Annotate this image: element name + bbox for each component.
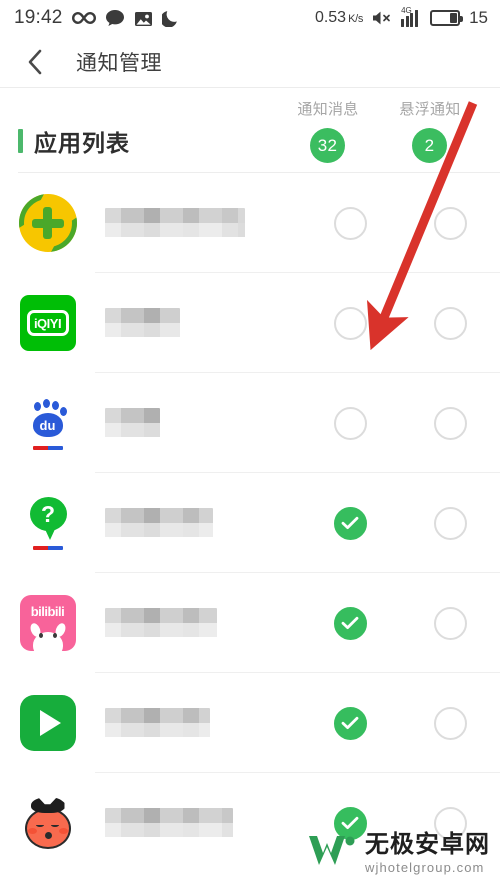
notification-toggle[interactable] (333, 406, 367, 440)
toggle-cell-floating (400, 706, 500, 740)
green-play-icon (19, 694, 77, 752)
baidu-zhidao-icon: ? (19, 494, 77, 552)
app-row[interactable]: ? (0, 473, 500, 573)
chat-bubble-icon (105, 9, 125, 27)
battery-percent: 15 (469, 8, 488, 27)
phone-screen: 19:42 0.53 K/s 4G 15 通知管理 应用列表 通知消息 悬浮通知… (0, 0, 500, 889)
toggle-cell-notification (300, 406, 400, 440)
app-icon-container (0, 694, 95, 752)
photo-icon (134, 10, 153, 27)
column-badge-floating: 2 (412, 128, 447, 163)
floating-notification-toggle[interactable] (433, 406, 467, 440)
infinity-icon (71, 11, 96, 25)
page-title: 通知管理 (76, 51, 162, 75)
speaker-mute-icon (371, 10, 393, 26)
back-chevron-icon[interactable] (22, 49, 48, 75)
app-name-redacted (105, 608, 217, 638)
app-icon-container: du (0, 394, 95, 452)
app-row[interactable] (0, 673, 500, 773)
toggle-cell-floating (400, 206, 500, 240)
network-speed-unit: K/s (348, 13, 364, 25)
toggle-cell-floating (400, 306, 500, 340)
toggle-cell-floating (400, 506, 500, 540)
app-row[interactable] (0, 173, 500, 273)
watermark: 无极安卓网 wjhotelgroup.com (306, 830, 490, 877)
app-name-redacted (105, 808, 233, 838)
app-icon-container (0, 194, 95, 252)
status-bar: 19:42 0.53 K/s 4G 15 (0, 0, 500, 36)
toggle-cell-notification (300, 306, 400, 340)
app-name-redacted (105, 208, 245, 238)
w-logo-icon (306, 830, 356, 877)
app-row-toggles (300, 206, 500, 240)
app-row[interactable]: bilibili (0, 573, 500, 673)
floating-notification-toggle[interactable] (433, 306, 467, 340)
watermark-text: 无极安卓网 wjhotelgroup.com (365, 831, 490, 875)
app-row-toggles (300, 506, 500, 540)
notification-toggle[interactable] (333, 606, 367, 640)
notification-toggle[interactable] (333, 506, 367, 540)
status-bar-left: 19:42 (14, 7, 179, 29)
app-list: iQIYI du? bilibili (0, 173, 500, 873)
app-icon-container: ? (0, 494, 95, 552)
floating-notification-toggle[interactable] (433, 706, 467, 740)
app-row[interactable]: du (0, 373, 500, 473)
iqiyi-icon: iQIYI (19, 294, 77, 352)
network-type-label: 4G (401, 5, 412, 15)
tomato-icon (19, 794, 77, 852)
column-label-floating: 悬浮通知 (399, 101, 461, 118)
360-safe-icon (18, 194, 77, 252)
column-badge-notification: 32 (310, 128, 345, 163)
moon-icon (161, 9, 179, 27)
app-name-redacted (105, 508, 213, 538)
app-name-redacted (105, 708, 210, 738)
app-icon-container: bilibili (0, 594, 95, 652)
status-time: 19:42 (14, 7, 63, 28)
notification-toggle[interactable] (333, 206, 367, 240)
toggle-cell-floating (400, 406, 500, 440)
app-row[interactable]: iQIYI (0, 273, 500, 373)
floating-notification-toggle[interactable] (433, 206, 467, 240)
app-icon-container: iQIYI (0, 294, 95, 352)
app-row-toggles (300, 706, 500, 740)
toggle-cell-notification (300, 506, 400, 540)
toggle-cell-notification (300, 206, 400, 240)
watermark-url: wjhotelgroup.com (365, 860, 485, 875)
toggle-cell-floating (400, 606, 500, 640)
section-accent-bar (18, 129, 23, 153)
column-header-area: 应用列表 通知消息 悬浮通知 32 2 (0, 88, 500, 172)
baidu-icon: du (19, 394, 77, 452)
floating-notification-toggle[interactable] (433, 606, 467, 640)
section-header: 应用列表 (18, 124, 130, 158)
floating-notification-toggle[interactable] (433, 506, 467, 540)
column-label-notification: 通知消息 (297, 101, 359, 118)
bilibili-icon: bilibili (19, 594, 77, 652)
notification-toggle[interactable] (333, 306, 367, 340)
app-row-toggles (300, 406, 500, 440)
battery-icon (430, 10, 464, 26)
network-speed: 0.53 K/s (315, 9, 363, 27)
watermark-title: 无极安卓网 (365, 831, 490, 858)
app-name-redacted (105, 308, 180, 338)
app-row-toggles (300, 306, 500, 340)
app-icon-container (0, 794, 95, 852)
title-bar: 通知管理 (0, 36, 500, 88)
section-title-label: 应用列表 (34, 130, 130, 156)
notification-toggle[interactable] (333, 706, 367, 740)
toggle-cell-notification (300, 706, 400, 740)
signal-strength-icon: 4G (401, 5, 422, 27)
network-speed-value: 0.53 (314, 9, 347, 26)
toggle-cell-notification (300, 606, 400, 640)
status-bar-right: 0.53 K/s 4G 15 (315, 5, 488, 28)
app-row-toggles (300, 606, 500, 640)
app-name-redacted (105, 408, 160, 438)
